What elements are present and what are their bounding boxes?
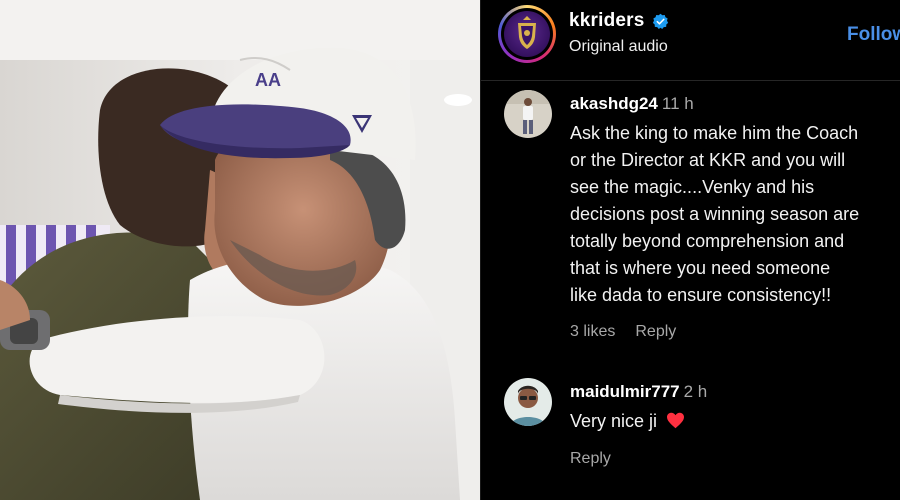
comment-item: akashdg24 11 h Ask the king to make him t… [481,90,900,360]
heart-icon [667,412,685,429]
comment-actions: 3 likes Reply [570,323,696,341]
like-count[interactable]: 3 likes [570,323,615,340]
comment-username[interactable]: akashdg24 [570,94,658,113]
verified-badge-icon [652,13,669,30]
comment-header: maidulmir777 2 h [570,382,707,402]
avatar-image [504,90,552,138]
comment-text: Ask the king to make him the Coach or th… [570,120,900,309]
follow-button[interactable]: Follow [847,24,900,46]
avatar-image [504,378,552,426]
comment-text-line: like dada to ensure consistency!! [570,285,832,305]
comment-text-line: Very nice ji [570,411,658,431]
reply-button[interactable]: Reply [635,323,676,340]
comment-text-line: see the magic....Venky and his [570,177,815,197]
comment-time: 11 h [661,94,694,113]
post-header: kkriders Original audio Follow [481,0,900,81]
comment-text-line: decisions post a winning season are [570,204,860,224]
comment-text: Very nice ji [570,408,900,435]
story-ring[interactable] [498,5,556,63]
comment-username[interactable]: maidulmir777 [570,382,680,401]
avatar-border [501,8,553,60]
commenter-avatar[interactable] [504,90,552,138]
comment-text-line: that is where you need someone [570,258,831,278]
original-audio-link[interactable]: Original audio [569,38,668,56]
comment-actions: Reply [570,450,631,468]
kkr-shield-icon [518,16,536,49]
commenter-avatar[interactable] [504,378,552,426]
reply-button[interactable]: Reply [570,450,611,467]
video-still-image: AA [0,0,480,500]
comment-text-line: or the Director at KKR and you will [570,150,846,170]
comment-text-line: Ask the king to make him the Coach [570,123,859,143]
comment-time: 2 h [683,382,708,401]
post-username[interactable]: kkriders [569,10,645,32]
instagram-reel-view: AA kkriders Original audio Follow akashd… [0,0,900,500]
svg-text:AA: AA [255,70,281,90]
comment-header: akashdg24 11 h [570,94,694,114]
comment-item: maidulmir777 2 h Very nice ji Reply [481,378,900,488]
reel-video-frame[interactable]: AA [0,0,480,500]
kkr-logo-avatar [504,11,550,57]
comments-panel: kkriders Original audio Follow akashdg24… [481,0,900,500]
comment-text-line: totally beyond comprehension and [570,231,845,251]
